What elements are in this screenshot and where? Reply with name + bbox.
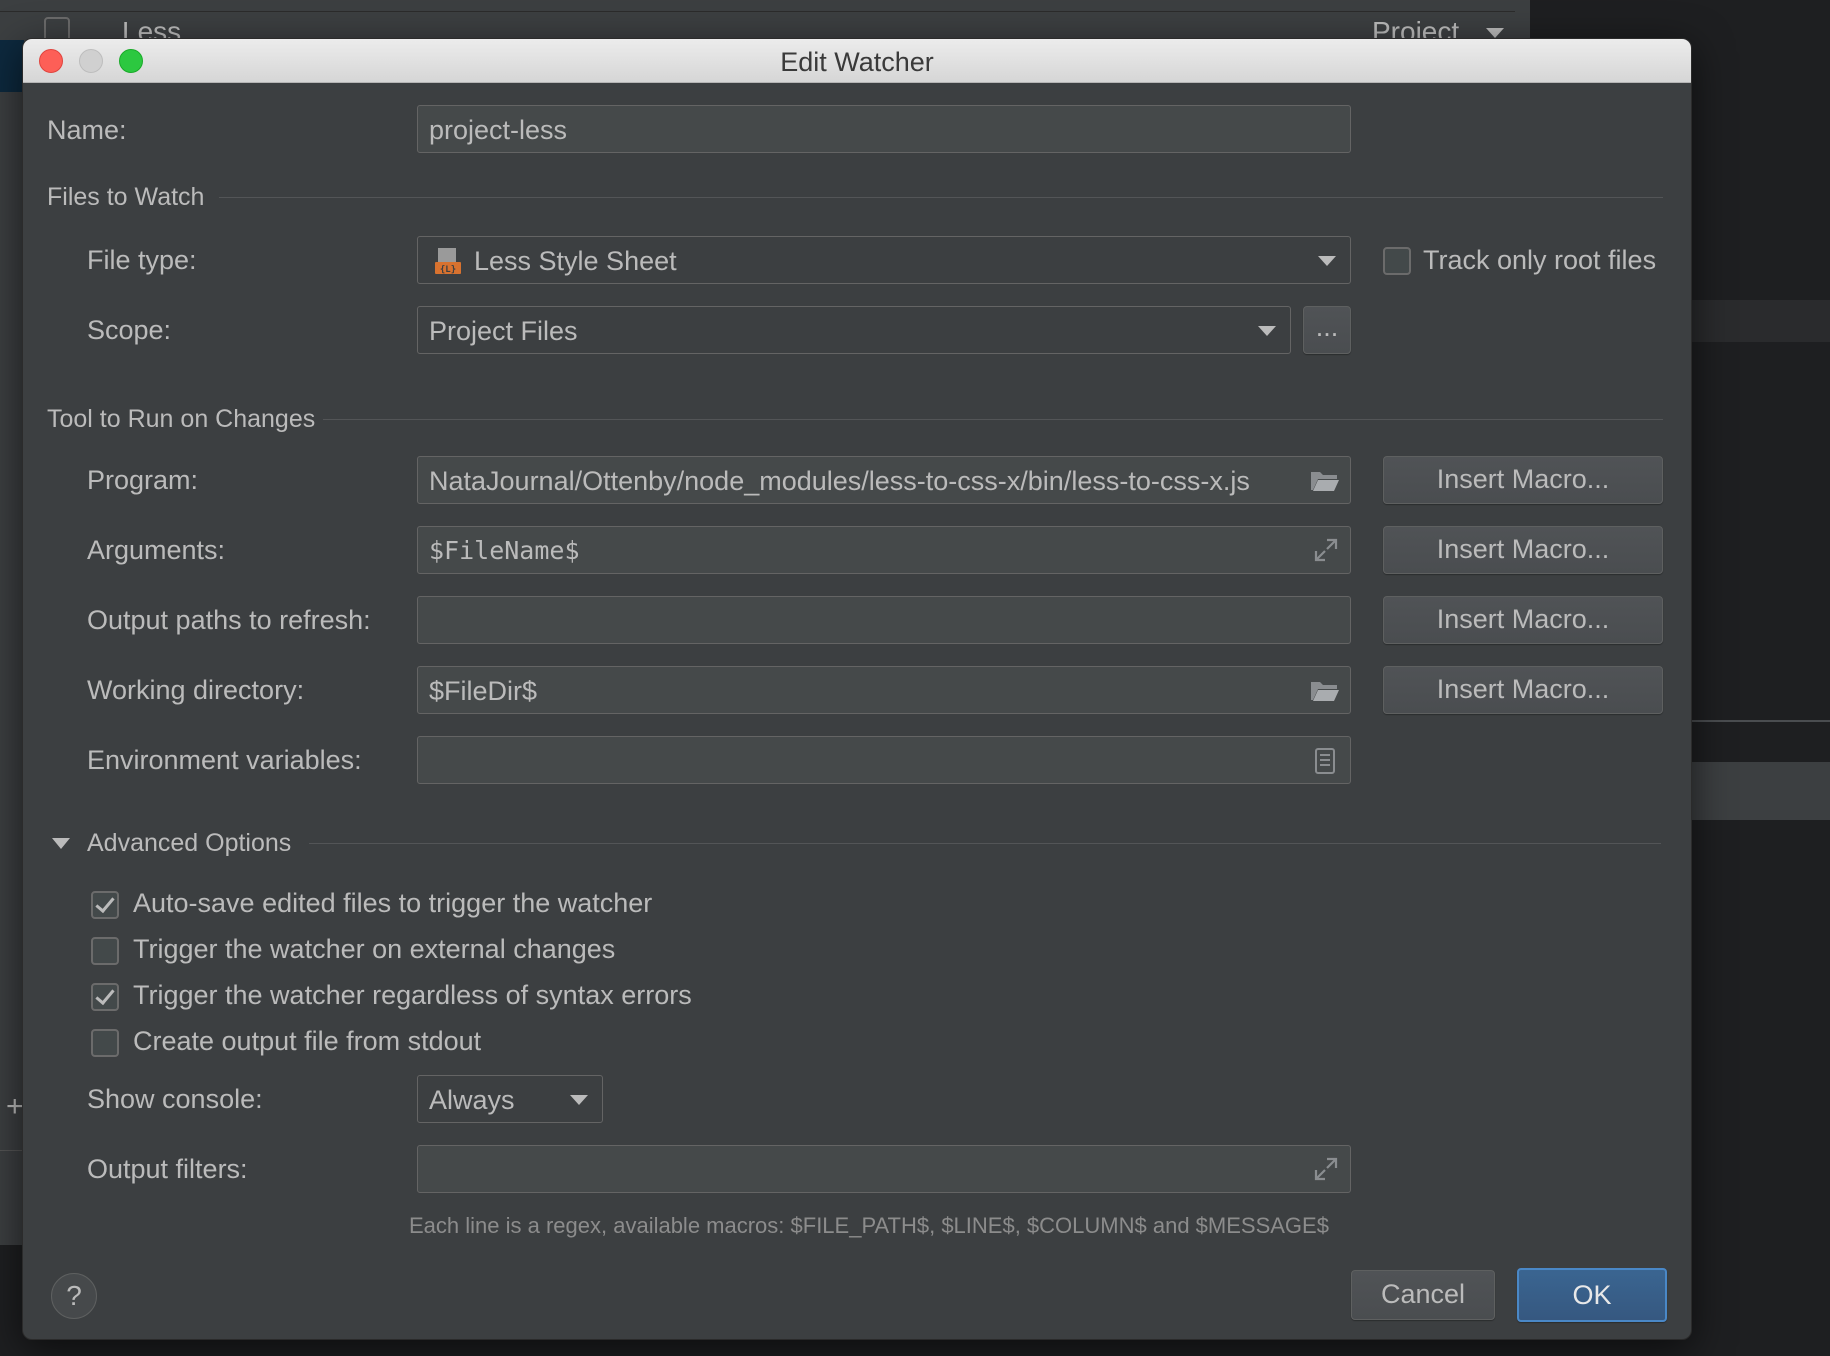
edit-watcher-dialog: Edit Watcher Name: project-less Files to… xyxy=(22,38,1692,1340)
output-filters-hint: Each line is a regex, available macros: … xyxy=(409,1213,1329,1238)
environment-variables-label: Environment variables: xyxy=(87,745,362,775)
output-paths-input[interactable] xyxy=(417,596,1351,644)
background-editor-divider xyxy=(1690,720,1830,722)
chevron-down-icon xyxy=(1318,256,1336,266)
expand-icon[interactable] xyxy=(1313,1156,1339,1182)
scope-label: Scope: xyxy=(87,315,172,345)
auto-save-label: Auto-save edited files to trigger the wa… xyxy=(133,888,653,918)
stdout-output-checkbox[interactable] xyxy=(91,1029,119,1057)
show-console-select[interactable]: Always xyxy=(417,1075,603,1123)
background-selection xyxy=(0,40,24,92)
chevron-down-icon xyxy=(570,1095,588,1105)
tool-separator xyxy=(323,419,1663,420)
advanced-options-header[interactable]: Advanced Options xyxy=(87,829,291,858)
scope-more-button[interactable]: ... xyxy=(1303,306,1351,354)
output-filters-input[interactable] xyxy=(417,1145,1351,1193)
files-separator xyxy=(219,197,1663,198)
dialog-title: Edit Watcher xyxy=(780,47,934,77)
external-changes-label: Trigger the watcher on external changes xyxy=(133,934,616,964)
auto-save-checkbox[interactable] xyxy=(91,891,119,919)
svg-text:{L}: {L} xyxy=(440,265,456,275)
background-list-row xyxy=(0,0,1515,12)
external-changes-checkbox[interactable] xyxy=(91,937,119,965)
chevron-down-icon xyxy=(1486,28,1504,38)
list-icon[interactable] xyxy=(1313,747,1337,775)
scope-value: Project Files xyxy=(429,316,578,346)
file-type-select[interactable]: Less Style Sheet xyxy=(417,236,1351,284)
environment-variables-input[interactable] xyxy=(417,736,1351,784)
track-root-checkbox[interactable] xyxy=(1383,247,1411,275)
disclosure-triangle-icon[interactable] xyxy=(51,837,71,851)
advanced-separator xyxy=(309,843,1661,844)
output-filters-label: Output filters: xyxy=(87,1154,248,1184)
add-icon[interactable]: + xyxy=(6,1090,24,1124)
cancel-button[interactable]: Cancel xyxy=(1351,1270,1495,1320)
file-type-label: File type: xyxy=(87,245,197,275)
output-paths-insert-macro-button[interactable]: Insert Macro... xyxy=(1383,596,1663,644)
less-file-icon: {L} xyxy=(435,248,461,275)
title-bar: Edit Watcher xyxy=(23,39,1691,83)
background-editor-line xyxy=(1690,300,1830,342)
name-label: Name: xyxy=(47,115,127,145)
background-divider xyxy=(0,1150,24,1151)
expand-icon[interactable] xyxy=(1313,537,1339,563)
file-type-value: Less Style Sheet xyxy=(474,246,677,276)
working-directory-input[interactable]: $FileDir$ xyxy=(417,666,1351,714)
program-label: Program: xyxy=(87,465,199,495)
ok-button[interactable]: OK xyxy=(1517,1268,1667,1322)
name-input[interactable]: project-less xyxy=(417,105,1351,153)
show-console-label: Show console: xyxy=(87,1084,263,1114)
help-icon[interactable]: ? xyxy=(51,1273,97,1319)
files-to-watch-header: Files to Watch xyxy=(47,183,205,211)
arguments-insert-macro-button[interactable]: Insert Macro... xyxy=(1383,526,1663,574)
show-console-value: Always xyxy=(429,1085,515,1115)
track-root-label: Track only root files xyxy=(1423,245,1657,275)
background-editor-panel xyxy=(1690,762,1830,820)
syntax-errors-label: Trigger the watcher regardless of syntax… xyxy=(133,980,692,1010)
working-directory-label: Working directory: xyxy=(87,675,305,705)
checkmark-icon xyxy=(95,892,115,914)
folder-icon[interactable] xyxy=(1309,468,1341,494)
stdout-output-label: Create output file from stdout xyxy=(133,1026,482,1056)
working-directory-insert-macro-button[interactable]: Insert Macro... xyxy=(1383,666,1663,714)
output-paths-label: Output paths to refresh: xyxy=(87,605,371,635)
arguments-label: Arguments: xyxy=(87,535,226,565)
program-input[interactable]: NataJournal/Ottenby/node_modules/less-to… xyxy=(417,456,1351,504)
tool-to-run-header: Tool to Run on Changes xyxy=(47,405,316,433)
scope-select[interactable]: Project Files xyxy=(417,306,1291,354)
program-insert-macro-button[interactable]: Insert Macro... xyxy=(1383,456,1663,504)
folder-icon[interactable] xyxy=(1309,678,1341,704)
chevron-down-icon xyxy=(1258,326,1276,336)
syntax-errors-checkbox[interactable] xyxy=(91,983,119,1011)
checkmark-icon xyxy=(95,984,115,1006)
arguments-input[interactable]: $FileName$ xyxy=(417,526,1351,574)
